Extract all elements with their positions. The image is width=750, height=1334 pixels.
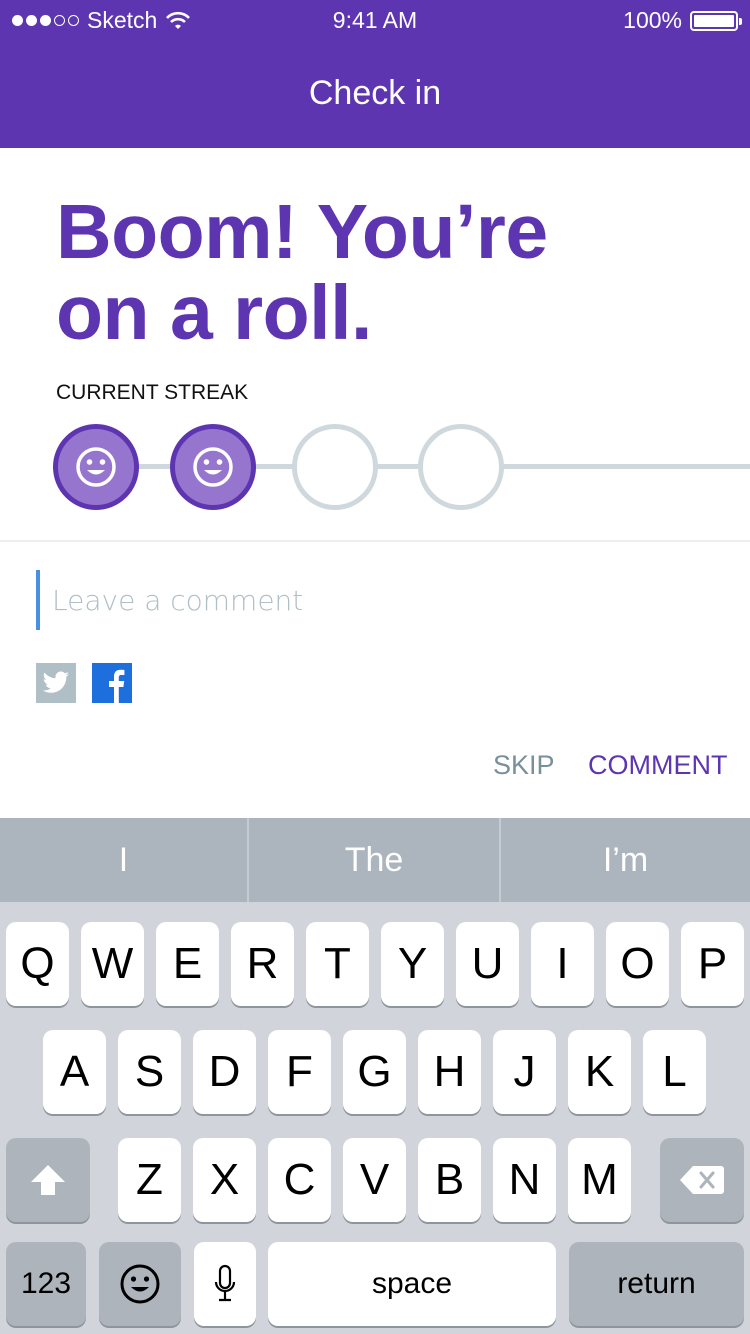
streak-day-1	[53, 424, 139, 510]
key-p[interactable]: P	[681, 922, 744, 1006]
skip-button[interactable]: SKIP	[493, 750, 555, 781]
smiley-icon	[76, 447, 116, 487]
prediction-2[interactable]: The	[249, 818, 501, 902]
key-w[interactable]: W	[81, 922, 144, 1006]
divider	[0, 540, 750, 542]
numbers-key[interactable]: 123	[6, 1242, 86, 1326]
twitter-share-button[interactable]	[36, 663, 76, 703]
space-key[interactable]: space	[268, 1242, 556, 1326]
facebook-icon	[109, 669, 125, 703]
comment-input[interactable]	[52, 576, 702, 624]
smiley-icon	[193, 447, 233, 487]
key-y[interactable]: Y	[381, 922, 444, 1006]
streak-day-4	[418, 424, 504, 510]
battery-icon	[690, 10, 742, 31]
streak-label: CURRENT STREAK	[56, 381, 249, 404]
key-j[interactable]: J	[493, 1030, 556, 1114]
facebook-share-button[interactable]	[92, 663, 132, 703]
key-u[interactable]: U	[456, 922, 519, 1006]
headline: Boom! You’re on a roll.	[56, 192, 696, 354]
emoji-key[interactable]	[99, 1242, 181, 1326]
keyboard: I The I’m Q W E R T Y U I O P A S D F G …	[0, 818, 750, 1334]
key-l[interactable]: L	[643, 1030, 706, 1114]
comment-field-group	[36, 570, 716, 630]
key-g[interactable]: G	[343, 1030, 406, 1114]
key-a[interactable]: A	[43, 1030, 106, 1114]
status-bar: Sketch 9:41 AM 100%	[0, 0, 750, 40]
key-m[interactable]: M	[568, 1138, 631, 1222]
predictive-bar: I The I’m	[0, 818, 750, 902]
key-k[interactable]: K	[568, 1030, 631, 1114]
key-c[interactable]: C	[268, 1138, 331, 1222]
prediction-3[interactable]: I’m	[501, 818, 750, 902]
headline-line-1: Boom! You’re	[56, 189, 548, 275]
dictation-key[interactable]	[194, 1242, 256, 1326]
backspace-icon	[680, 1166, 724, 1194]
key-s[interactable]: S	[118, 1030, 181, 1114]
key-i[interactable]: I	[531, 922, 594, 1006]
return-key[interactable]: return	[569, 1242, 744, 1326]
prediction-1[interactable]: I	[0, 818, 249, 902]
headline-line-2: on a roll.	[56, 270, 372, 356]
microphone-icon	[214, 1264, 236, 1302]
key-d[interactable]: D	[193, 1030, 256, 1114]
key-r[interactable]: R	[231, 922, 294, 1006]
key-h[interactable]: H	[418, 1030, 481, 1114]
key-z[interactable]: Z	[118, 1138, 181, 1222]
shift-icon	[31, 1165, 65, 1195]
comment-button[interactable]: COMMENT	[588, 750, 727, 781]
share-buttons	[36, 663, 132, 703]
streak-day-2	[170, 424, 256, 510]
key-n[interactable]: N	[493, 1138, 556, 1222]
top-bar: Sketch 9:41 AM 100% Check in	[0, 0, 750, 148]
key-t[interactable]: T	[306, 922, 369, 1006]
key-v[interactable]: V	[343, 1138, 406, 1222]
key-q[interactable]: Q	[6, 922, 69, 1006]
streak-day-3	[292, 424, 378, 510]
text-cursor	[36, 570, 40, 630]
battery-percent: 100%	[623, 7, 682, 33]
streak-track	[0, 420, 750, 512]
shift-key[interactable]	[6, 1138, 90, 1222]
key-x[interactable]: X	[193, 1138, 256, 1222]
key-o[interactable]: O	[606, 922, 669, 1006]
nav-title: Check in	[308, 74, 442, 112]
emoji-icon	[120, 1264, 160, 1304]
key-e[interactable]: E	[156, 922, 219, 1006]
battery-group: 100%	[623, 7, 742, 34]
key-f[interactable]: F	[268, 1030, 331, 1114]
key-b[interactable]: B	[418, 1138, 481, 1222]
delete-key[interactable]	[660, 1138, 744, 1222]
twitter-icon	[42, 671, 69, 693]
